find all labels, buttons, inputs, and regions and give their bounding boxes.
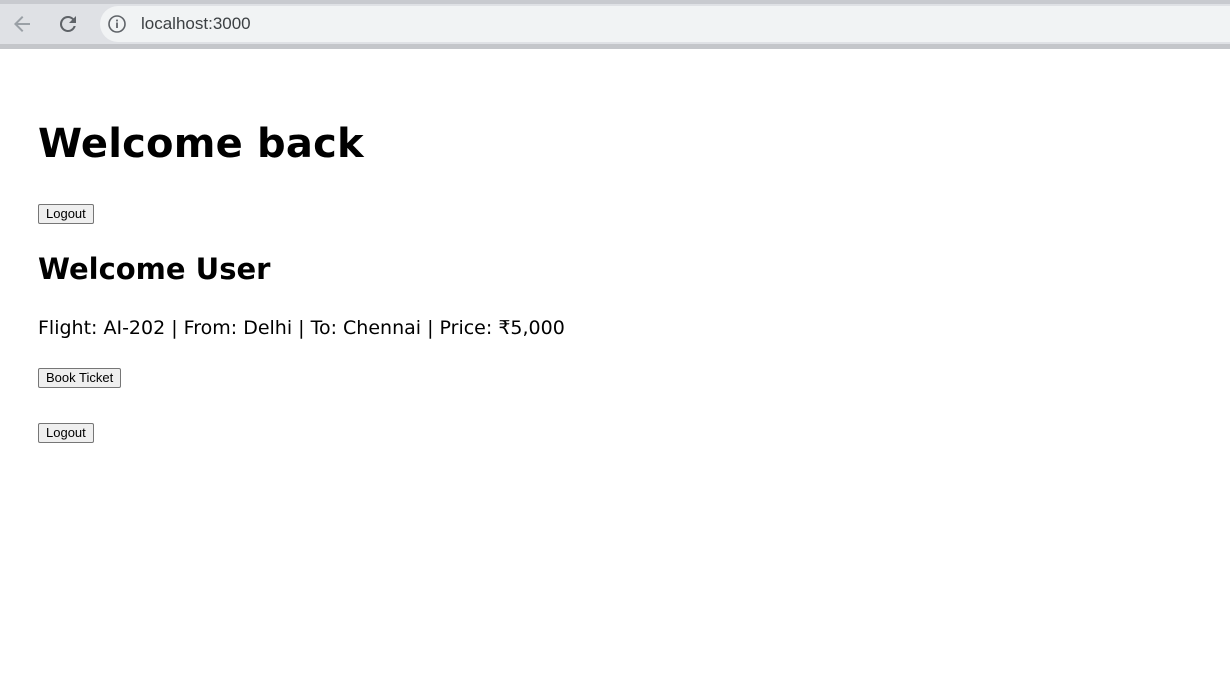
page-title: Welcome back (38, 121, 364, 167)
logout-button-bottom[interactable]: Logout (38, 423, 94, 443)
back-arrow-icon (14, 16, 30, 32)
url-text[interactable]: localhost:3000 (141, 14, 251, 34)
welcome-user-heading: Welcome User (38, 252, 271, 286)
reload-button[interactable] (52, 8, 84, 40)
logout-button-top[interactable]: Logout (38, 204, 94, 224)
back-button[interactable] (6, 8, 38, 40)
info-icon[interactable] (107, 14, 127, 34)
flight-details: Flight: AI-202 | From: Delhi | To: Chenn… (38, 317, 565, 339)
book-ticket-button[interactable]: Book Ticket (38, 368, 122, 388)
address-bar[interactable]: localhost:3000 (100, 6, 1230, 42)
reload-icon (59, 15, 76, 32)
toolbar-divider (0, 44, 1230, 49)
browser-toolbar: localhost:3000 (0, 0, 1230, 49)
